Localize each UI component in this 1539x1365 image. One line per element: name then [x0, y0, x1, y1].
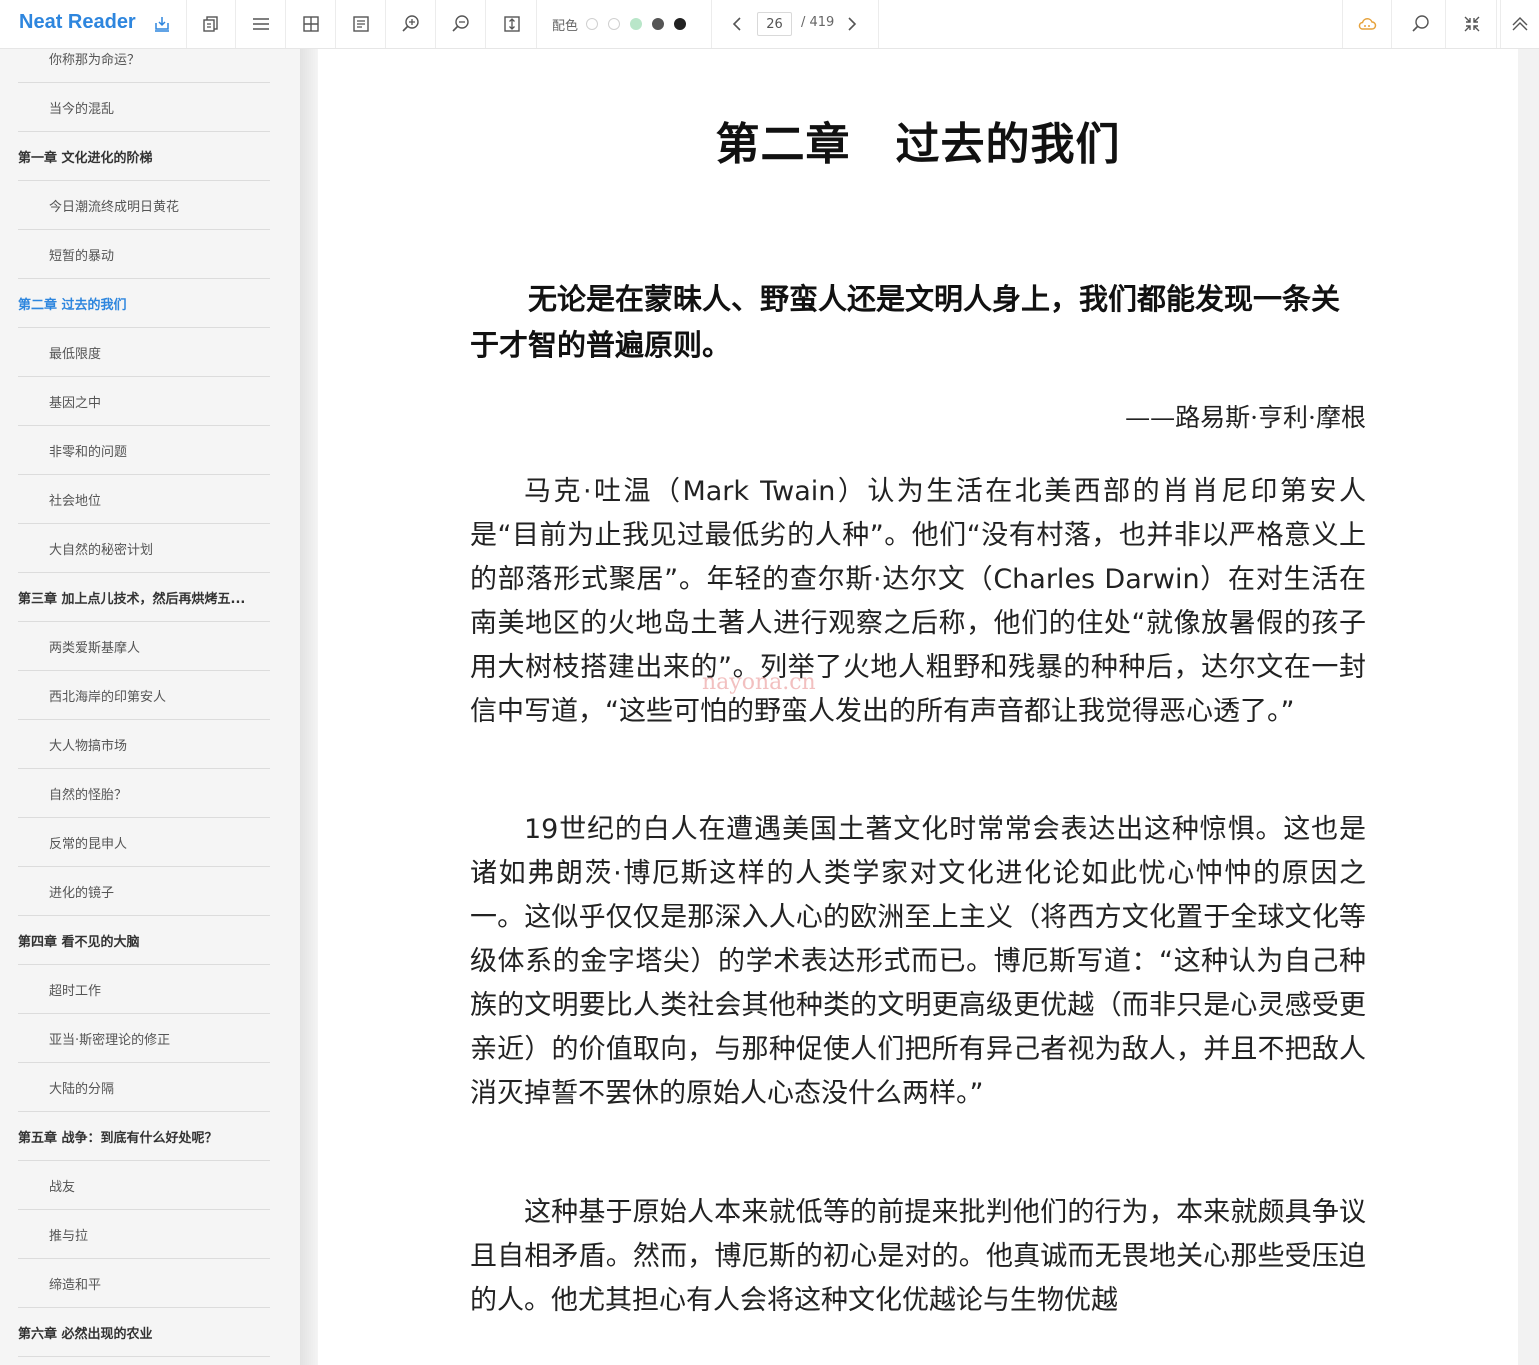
collapse-icon [1464, 16, 1479, 32]
swatch-green[interactable] [630, 18, 643, 30]
toc-chapter[interactable]: 第一章 文化进化的阶梯 [18, 132, 270, 181]
toc-chapter[interactable]: 第六章 必然出现的农业 [18, 1308, 270, 1357]
toc-item[interactable]: 大自然的秘密计划 [18, 524, 270, 573]
right-gutter [1518, 49, 1539, 1365]
page-total: / 419 [801, 15, 835, 30]
notes-button[interactable] [336, 0, 386, 48]
search-icon [1411, 15, 1429, 32]
zoom-in-icon [401, 15, 419, 32]
toc-item[interactable]: 你称那为命运？ [18, 49, 270, 83]
toc-item[interactable]: 战友 [18, 1161, 270, 1210]
toc-chapter[interactable]: 第五章 战争：到底有什么好处呢？ [18, 1112, 270, 1161]
copy-icon [203, 16, 218, 32]
grid-icon [302, 16, 319, 32]
toc-item[interactable]: 西北海岸的印第安人 [18, 671, 270, 720]
toc-item[interactable]: 大人物搞市场 [18, 720, 270, 769]
notes-icon [352, 16, 369, 32]
toc-chapter[interactable]: 第四章 看不见的大脑 [18, 916, 270, 965]
toc-item[interactable]: 大陆的分隔 [18, 1063, 270, 1112]
toc-list: 你称那为命运？ 当今的混乱 第一章 文化进化的阶梯 今日潮流终成明日黄花 短暂的暴动 第二… [18, 49, 270, 1357]
toc-item[interactable]: 反常的昆申人 [18, 818, 270, 867]
paragraph-3: 这种基于原始人本来就低等的前提来批判他们的行为，本来就颇具争议且自相矛盾。然而，… [470, 1197, 1366, 1316]
toc-button[interactable] [236, 0, 286, 48]
grid-button[interactable] [286, 0, 336, 48]
swatch-white[interactable] [586, 18, 599, 30]
app-brand: Neat Reader [19, 11, 136, 33]
sidebar-divider [300, 49, 318, 1365]
library-button[interactable] [137, 0, 187, 48]
epigraph-attribution: ——路易斯·亨利·摩根 [1125, 403, 1366, 432]
toc-icon [252, 18, 269, 30]
swatch-light[interactable] [608, 18, 621, 30]
zoom-in-button[interactable] [386, 0, 436, 48]
watermark: nayona.cn [702, 670, 816, 695]
toc-item[interactable]: 基因之中 [18, 377, 270, 426]
chevron-left-icon[interactable] [730, 14, 744, 34]
paragraph-1: 马克·吐温（Mark Twain）认为生活在北美西部的肖肖尼印第安人是“目前为止… [470, 476, 1366, 727]
paragraph-2-part-e: ）的价值取向，与那种促使人们把所有异己者视为敌人，并且不把敌人消灭掉誓不罢休的原… [470, 1034, 1366, 1109]
toc-item[interactable]: 缔造和平 [18, 1259, 270, 1308]
toc-item[interactable]: 亚当·斯密理论的修正 [18, 1014, 270, 1063]
cloud-icon [1358, 18, 1377, 30]
chapter-title: 第二章 过去的我们 [715, 119, 1121, 170]
cloud-sync-button[interactable] [1342, 0, 1392, 48]
toc-chapter[interactable]: 第二章 过去的我们 [18, 279, 270, 328]
scroll-top-button[interactable] [1500, 0, 1539, 48]
toolbar: Neat Reader 配色 / 419 [0, 0, 1539, 49]
chevron-right-icon[interactable] [845, 14, 859, 34]
palette-label: 配色 [552, 18, 579, 34]
swatch-gray[interactable] [652, 18, 665, 30]
toc-item[interactable]: 自然的怪胎？ [18, 769, 270, 818]
toc-item[interactable]: 当今的混乱 [18, 83, 270, 132]
chevron-up-icon [1512, 17, 1528, 31]
toc-sidebar: 你称那为命运？ 当今的混乱 第一章 文化进化的阶梯 今日潮流终成明日黄花 短暂的暴动 第二… [0, 49, 300, 1365]
zoom-out-icon [451, 15, 469, 32]
fit-icon [503, 16, 520, 32]
toc-item[interactable]: 推与拉 [18, 1210, 270, 1259]
swatch-dark[interactable] [674, 18, 687, 30]
toc-item[interactable]: 两类爱斯基摩人 [18, 622, 270, 671]
toc-item[interactable]: 最低限度 [18, 328, 270, 377]
fit-page-button[interactable] [487, 0, 537, 48]
toc-item[interactable]: 进化的镜子 [18, 867, 270, 916]
toc-item[interactable]: 短暂的暴动 [18, 230, 270, 279]
epigraph: 无论是在蒙昧人、野蛮人还是文明人身上，我们都能发现一条关于才智的普遍原则。 [470, 282, 1341, 362]
paragraph-2: 19世纪的白人在遭遇美国土著文化时常常会表达出这种惊惧。这也是诸如弗朗茨·博厄斯… [470, 808, 1366, 1116]
collapse-button[interactable] [1447, 0, 1497, 48]
search-button[interactable] [1396, 0, 1446, 48]
copy-button[interactable] [186, 0, 236, 48]
toc-item[interactable]: 今日潮流终成明日黄花 [18, 181, 270, 230]
toc-item[interactable]: 超时工作 [18, 965, 270, 1014]
color-palette: 配色 [538, 0, 712, 48]
zoom-out-button[interactable] [436, 0, 486, 48]
pager: / 419 [712, 0, 879, 48]
library-icon [154, 17, 169, 32]
toc-item[interactable]: 社会地位 [18, 475, 270, 524]
toc-item[interactable]: 非零和的问题 [18, 426, 270, 475]
page-number-input[interactable] [757, 12, 792, 36]
toc-chapter[interactable]: 第三章 加上点儿技术，然后再烘烤五... [18, 573, 270, 622]
